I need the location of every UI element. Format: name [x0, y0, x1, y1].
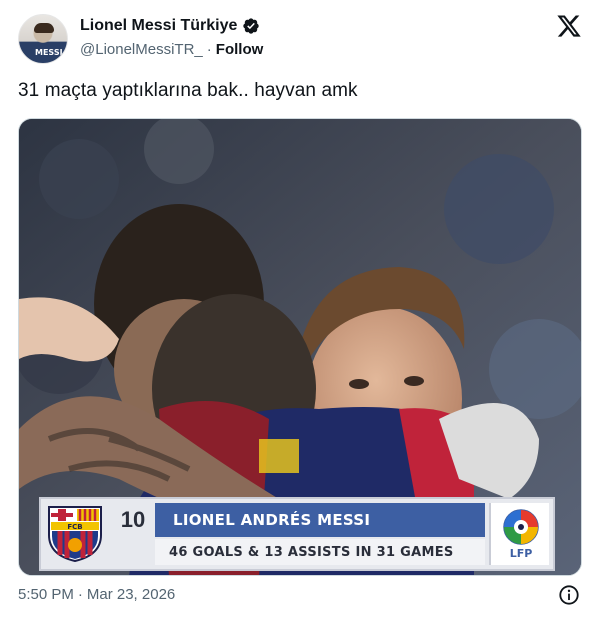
fcb-crest-icon: FCB: [48, 506, 102, 563]
avatar-shirt-text: MESSI: [35, 48, 63, 57]
author-display-name[interactable]: Lionel Messi Türkiye: [80, 17, 237, 35]
shirt-number: 10: [120, 507, 146, 532]
league-label: LFP: [509, 547, 533, 560]
tweet-timestamp[interactable]: 5:50 PM · Mar 23, 2026: [18, 586, 175, 603]
player-stat-line: 46 GOALS & 13 ASSISTS IN 31 GAMES: [155, 539, 485, 565]
author-avatar[interactable]: MESSI: [18, 14, 68, 64]
lfp-ball-icon: [503, 509, 539, 545]
tweet-media[interactable]: FCB 10 LIONEL ANDRÉS MESSI 46 GOALS & 13…: [18, 118, 582, 576]
crest-letters: FCB: [67, 523, 82, 531]
author-name-row[interactable]: Lionel Messi Türkiye: [80, 17, 260, 35]
tweet-time: 5:50 PM: [18, 586, 74, 603]
player-name: LIONEL ANDRÉS MESSI: [155, 503, 485, 537]
author-handle-row: @LionelMessiTR_ · Follow: [80, 41, 263, 58]
verified-badge-icon: [243, 18, 260, 34]
tweet-card: MESSI Lionel Messi Türkiye @LionelMessiT…: [0, 0, 600, 625]
timestamp-separator: ·: [77, 586, 83, 603]
follow-button[interactable]: Follow: [216, 41, 264, 58]
tweet-text: 31 maçta yaptıklarına bak.. hayvan amk: [18, 80, 358, 101]
league-badge: LFP: [489, 503, 549, 565]
avatar-hair: [34, 23, 54, 33]
stat-banner: FCB 10 LIONEL ANDRÉS MESSI 46 GOALS & 13…: [39, 497, 555, 571]
handle-separator: ·: [206, 41, 212, 58]
info-icon[interactable]: [558, 584, 580, 606]
x-logo-icon[interactable]: [556, 13, 582, 39]
tweet-date: Mar 23, 2026: [86, 586, 176, 603]
author-handle[interactable]: @LionelMessiTR_: [80, 41, 203, 58]
